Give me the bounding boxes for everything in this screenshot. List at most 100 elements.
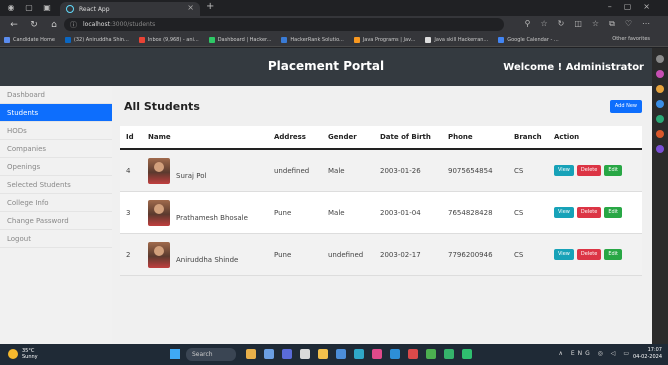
student-dob: 2003-02-17 [380, 250, 421, 259]
edit-button[interactable]: Edit [604, 207, 622, 218]
bookmark-item[interactable]: Inbox (9,968) - ani... [138, 36, 199, 43]
column-header: Action [554, 133, 580, 141]
view-button[interactable]: View [554, 165, 574, 176]
browser-toolbar-icons[interactable]: ⚲☆↻◫☆⧉♡⋯ [525, 19, 660, 29]
column-header: Id [126, 133, 134, 141]
student-address: Pune [274, 250, 292, 259]
outlook-icon[interactable] [656, 145, 664, 153]
student-name: Aniruddha Shinde [176, 255, 239, 264]
add-new-button[interactable]: Add New [609, 100, 642, 113]
edge-icon[interactable] [354, 349, 364, 359]
view-button[interactable]: View [554, 249, 574, 260]
app-icon[interactable] [282, 349, 292, 359]
other-favorites[interactable]: Other favorites [612, 36, 650, 42]
refresh-icon[interactable]: ↻ [28, 20, 40, 30]
widgets-icon[interactable] [246, 349, 256, 359]
app-icon[interactable] [462, 349, 472, 359]
student-branch: CS [514, 208, 524, 217]
bookmark-item[interactable]: Java Programs | Jav... [353, 36, 415, 43]
column-header: Gender [328, 133, 357, 141]
sidebar-item-dashboard[interactable]: Dashboard [0, 86, 112, 104]
student-phone: 7796200946 [448, 250, 493, 259]
edit-button[interactable]: Edit [604, 249, 622, 260]
gmail-icon [138, 36, 145, 43]
app-icon[interactable] [372, 349, 382, 359]
student-name: Prathamesh Bhosale [176, 213, 248, 222]
app-icon[interactable] [444, 349, 454, 359]
sidebar-item-companies[interactable]: Companies [0, 140, 112, 158]
browser-tabbar: ◉ ▢ ▣ React App × + –▢× [0, 0, 668, 16]
bookmark-item[interactable]: (32) Aniruddha Shin... [64, 36, 129, 43]
app: Placement Portal Welcome ! Administrator… [0, 48, 652, 344]
system-tray-icons[interactable]: ∧ ENG ◎ ◁ ▭ [559, 350, 633, 357]
search-icon[interactable] [656, 55, 664, 63]
chrome-icon[interactable] [426, 349, 436, 359]
main-content: All Students Add New Id Name Address Gen… [112, 86, 652, 344]
shopping-icon[interactable] [656, 85, 664, 93]
workspaces-icon[interactable]: ▢ [22, 2, 36, 14]
hackerrank-icon [208, 36, 215, 43]
clock[interactable]: 17:07 04-02-2024 [633, 347, 662, 361]
bookmark-icon [281, 36, 288, 43]
sidebar-item-logout[interactable]: Logout [0, 230, 112, 248]
store-icon[interactable] [336, 349, 346, 359]
student-name-cell: Aniruddha Shinde [142, 241, 268, 268]
bookmarks-bar: Candidate Home (32) Aniruddha Shin... In… [0, 33, 668, 47]
delete-button[interactable]: Delete [576, 249, 602, 260]
student-id: 3 [126, 208, 131, 217]
delete-button[interactable]: Delete [576, 207, 602, 218]
browser-addressbar: ← ↻ ⌂ ⓘ localhost :3000/students ⚲☆↻◫☆⧉♡… [0, 16, 668, 33]
bookmark-item[interactable]: Google Calendar - ... [498, 36, 559, 43]
browser-tab[interactable]: React App × [60, 2, 200, 16]
sidebar-item-college-info[interactable]: College Info [0, 194, 112, 212]
java-icon [353, 36, 360, 43]
students-table: Id Name Address Gender Date of Birth Pho… [120, 126, 642, 276]
sidebar-item-openings[interactable]: Openings [0, 158, 112, 176]
student-branch: CS [514, 250, 524, 259]
top-navbar: Placement Portal Welcome ! Administrator [0, 48, 652, 86]
app-icon[interactable] [408, 349, 418, 359]
bookmark-item[interactable]: HackerRank Solutio... [281, 36, 344, 43]
sidebar-item-hods[interactable]: HODs [0, 122, 112, 140]
bookmark-item[interactable]: Dashboard | Hacker... [208, 36, 271, 43]
office-icon[interactable] [656, 130, 664, 138]
windows-start-icon[interactable] [170, 349, 180, 359]
tab-title: React App [79, 5, 110, 13]
tab-actions-icon[interactable]: ▣ [40, 2, 54, 14]
sidebar-item-selected-students[interactable]: Selected Students [0, 176, 112, 194]
edit-button[interactable]: Edit [604, 165, 622, 176]
student-address: Pune [274, 208, 292, 217]
close-tab-icon[interactable]: × [187, 3, 194, 12]
taskbar: 35°C Sunny Search ∧ ENG ◎ ◁ ▭ 17:07 04-02-… [0, 344, 668, 365]
games-icon[interactable] [656, 115, 664, 123]
new-tab-icon[interactable]: + [206, 1, 214, 12]
student-gender: Male [328, 208, 345, 217]
taskbar-search[interactable]: Search [186, 348, 236, 361]
chrome-icon[interactable] [300, 349, 310, 359]
view-button[interactable]: View [554, 207, 574, 218]
student-id: 2 [126, 250, 131, 259]
linkedin-icon [64, 36, 71, 43]
window-controls[interactable]: –▢× [608, 2, 662, 11]
vscode-icon[interactable] [390, 349, 400, 359]
delete-button[interactable]: Delete [576, 165, 602, 176]
column-header: Date of Birth [380, 133, 431, 141]
back-icon[interactable]: ← [8, 20, 20, 30]
browser-menu-icon[interactable]: ◉ [4, 2, 18, 14]
bookmark-item[interactable]: Candidate Home [4, 36, 55, 43]
student-name-cell: Prathamesh Bhosale [142, 199, 268, 226]
file-explorer-icon[interactable] [318, 349, 328, 359]
collections-icon[interactable] [656, 70, 664, 78]
tools-icon[interactable] [656, 100, 664, 108]
site-info-icon[interactable]: ⓘ [70, 20, 77, 30]
table-row: 2 Aniruddha Shinde Pune undefined 2003-0… [120, 234, 642, 276]
weather-widget[interactable]: 35°C Sunny [8, 348, 38, 360]
browser-sidebar [652, 48, 668, 344]
sidebar-item-students[interactable]: Students [0, 104, 112, 122]
home-icon[interactable]: ⌂ [48, 20, 60, 30]
copilot-icon[interactable] [264, 349, 274, 359]
table-row: 4 Suraj Pol undefined Male 2003-01-26 90… [120, 150, 642, 192]
sidebar-item-change-password[interactable]: Change Password [0, 212, 112, 230]
url-field[interactable]: ⓘ localhost :3000/students [64, 18, 504, 31]
bookmark-item[interactable]: Java skill Hackerran... [425, 36, 488, 43]
